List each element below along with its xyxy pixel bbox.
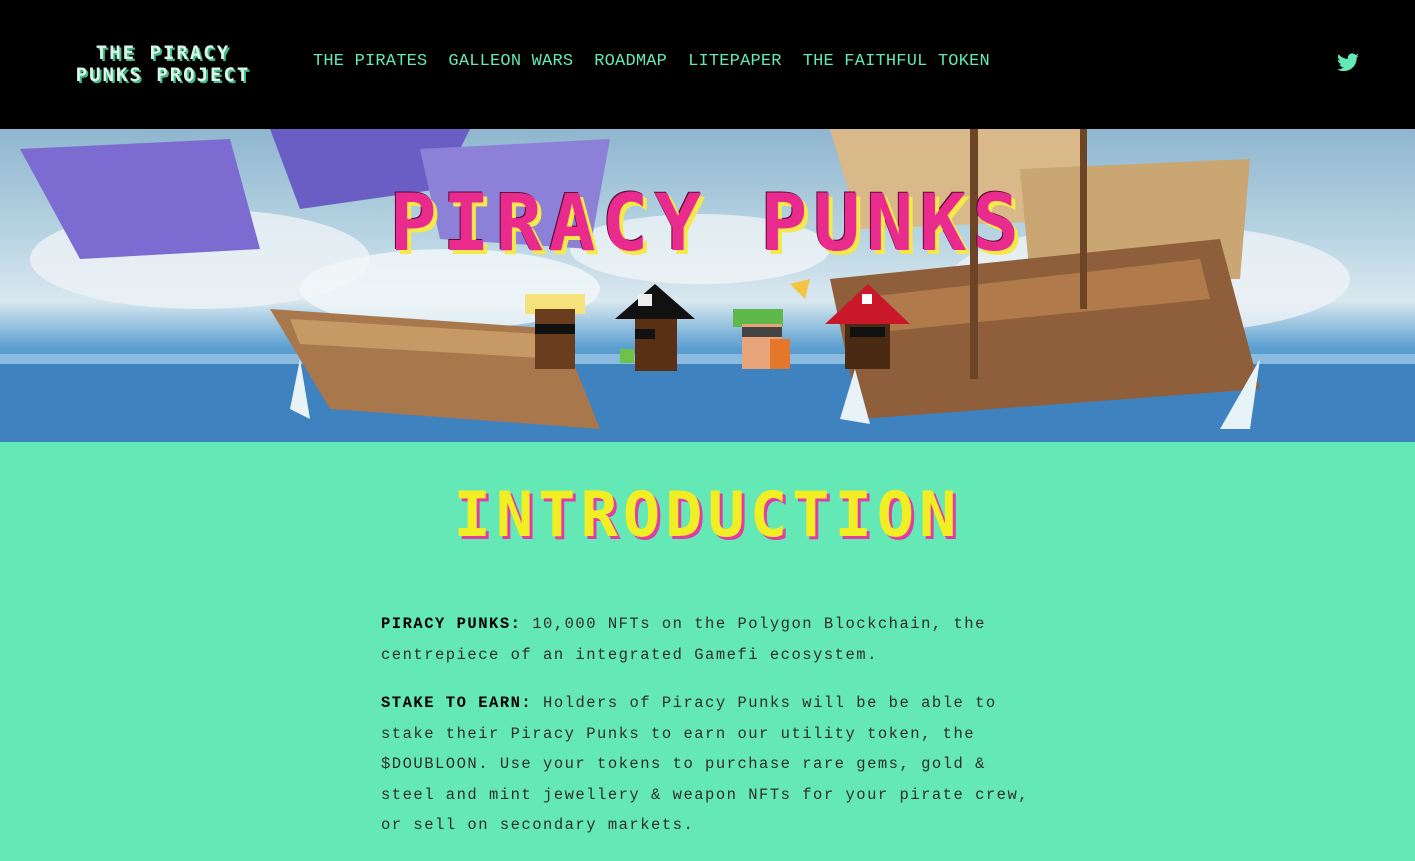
main-nav: THE PIRATES GALLEON WARS ROADMAP LITEPAP…: [313, 50, 1011, 74]
logo-line-2: PUNKS PROJECT: [75, 64, 251, 86]
introduction-content: PIRACY PUNKS: 10,000 NFTs on the Polygon…: [381, 609, 1041, 859]
site-logo[interactable]: THE PIRACY PUNKS PROJECT: [58, 42, 268, 86]
nav-item-the-pirates[interactable]: THE PIRATES: [313, 50, 427, 74]
introduction-heading: INTRODUCTION: [453, 478, 962, 551]
logo-line-1: THE PIRACY: [95, 42, 231, 64]
nav-item-galleon-wars[interactable]: GALLEON WARS: [448, 50, 573, 74]
nav-item-the-faithful-token[interactable]: THE FAITHFUL TOKEN: [803, 50, 990, 74]
paragraph-piracy-punks: PIRACY PUNKS: 10,000 NFTs on the Polygon…: [381, 609, 1041, 670]
character-1: [525, 294, 585, 369]
pirate-characters: [525, 279, 910, 371]
hero-banner: PIRACY PUNKS: [0, 129, 1415, 442]
paragraph-text: Holders of Piracy Punks will be be able …: [381, 694, 1030, 834]
paragraph-label: PIRACY PUNKS:: [381, 615, 522, 633]
twitter-icon[interactable]: [1336, 51, 1360, 75]
nav-item-roadmap[interactable]: ROADMAP: [594, 50, 667, 74]
character-3: [733, 279, 810, 369]
paragraph-stake-to-earn: STAKE TO EARN: Holders of Piracy Punks w…: [381, 688, 1041, 841]
character-4: [825, 284, 910, 369]
paragraph-label: STAKE TO EARN:: [381, 694, 533, 712]
character-2: [615, 284, 695, 371]
top-navigation-bar: THE PIRACY PUNKS PROJECT THE PIRATES GAL…: [0, 0, 1415, 129]
nav-item-litepaper[interactable]: LITEPAPER: [688, 50, 782, 74]
